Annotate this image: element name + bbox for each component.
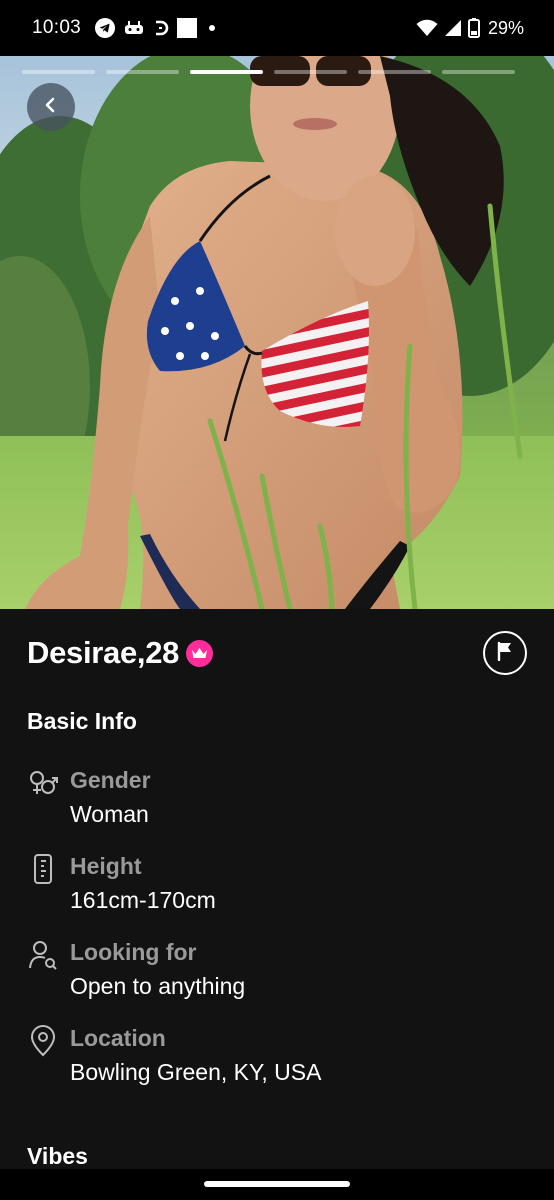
profile-photo[interactable]	[0, 56, 554, 609]
progress-segment	[442, 70, 515, 74]
back-button[interactable]	[27, 83, 75, 131]
info-label: Location	[70, 1025, 166, 1051]
info-value: Bowling Green, KY, USA	[70, 1059, 322, 1085]
battery-percent: 29%	[487, 17, 524, 38]
vibes-title: Vibes	[27, 1143, 88, 1169]
info-label: Height	[70, 853, 142, 879]
info-item-height: Height 161cm-170cm	[27, 853, 527, 923]
progress-segment	[274, 70, 347, 74]
d-app-icon	[153, 19, 169, 37]
chevron-left-icon	[44, 97, 58, 118]
progress-segment	[358, 70, 431, 74]
system-nav-bar	[0, 1169, 554, 1200]
cell-signal-icon	[444, 19, 462, 37]
status-time: 10:03	[32, 17, 82, 38]
height-ruler-icon	[27, 853, 59, 885]
status-bar: 10:03 29%	[0, 0, 554, 56]
gender-icon	[27, 767, 59, 799]
home-indicator[interactable]	[204, 1181, 350, 1187]
profile-name-age: Desirae,28	[27, 635, 180, 670]
game-controller-icon	[123, 19, 145, 37]
wifi-icon	[416, 19, 438, 37]
battery-icon	[467, 18, 480, 38]
name-row: Desirae,28	[27, 635, 214, 671]
dot-icon	[205, 23, 219, 33]
person-search-icon	[27, 939, 59, 971]
crown-icon	[186, 639, 214, 667]
status-left: 10:03	[32, 17, 219, 39]
location-pin-icon	[27, 1025, 59, 1057]
info-item-gender: Gender Woman	[27, 767, 527, 837]
status-right: 29%	[416, 18, 524, 39]
info-label: Gender	[70, 767, 151, 793]
square-app-icon	[177, 18, 198, 38]
report-button[interactable]	[483, 631, 527, 675]
profile-details: Desirae,28 Basic Info Gender Woman Heigh…	[0, 609, 554, 1169]
info-value: Open to anything	[70, 973, 246, 999]
info-item-location: Location Bowling Green, KY, USA	[27, 1025, 527, 1095]
telegram-icon	[95, 18, 116, 38]
info-value: 161cm-170cm	[70, 887, 216, 913]
info-value: Woman	[70, 801, 149, 827]
info-label: Looking for	[70, 939, 197, 965]
progress-segment-active	[190, 70, 263, 74]
info-item-looking-for: Looking for Open to anything	[27, 939, 527, 1009]
flag-icon	[496, 641, 514, 666]
photo-progress-indicator	[22, 70, 515, 74]
basic-info-title: Basic Info	[27, 708, 137, 734]
progress-segment	[106, 70, 179, 74]
progress-segment	[22, 70, 95, 74]
